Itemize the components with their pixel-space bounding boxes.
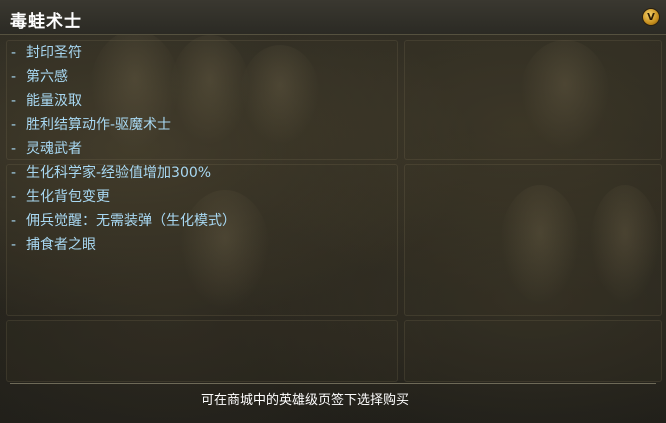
background-character	[520, 40, 610, 150]
bullet-dash: -	[11, 237, 17, 253]
bullet-dash: -	[11, 189, 17, 205]
bullet-dash: -	[11, 93, 17, 109]
feature-item: - 胜利结算动作-驱魔术士	[11, 113, 236, 137]
background-card	[404, 320, 662, 382]
feature-text: 生化科学家-经验值增加300%	[26, 165, 212, 181]
feature-list: - 封印圣符 - 第六感 - 能量汲取 - 胜利结算动作-驱魔术士 - 灵魂武者 - 生化科…	[11, 41, 236, 257]
feature-text: 生化背包变更	[26, 189, 110, 205]
purchase-hint: 可在商城中的英雄级页签下选择购买	[200, 393, 409, 408]
background-card	[6, 320, 398, 382]
feature-text: 佣兵觉醒：无需装弹（生化模式）	[26, 213, 236, 229]
feature-item: - 灵魂武者	[11, 137, 236, 161]
feature-text: 第六感	[26, 69, 68, 85]
title-bar: 毒蛙术士 V	[0, 0, 666, 35]
feature-text: 封印圣符	[26, 45, 82, 61]
bullet-dash: -	[11, 117, 17, 133]
bullet-dash: -	[11, 69, 17, 85]
feature-text: 能量汲取	[26, 93, 82, 109]
feature-text: 胜利结算动作-驱魔术士	[26, 117, 172, 133]
feature-item: - 封印圣符	[11, 41, 236, 65]
bullet-dash: -	[11, 213, 17, 229]
feature-item: - 生化科学家-经验值增加300%	[11, 161, 236, 185]
feature-item: - 捕食者之眼	[11, 233, 236, 257]
vip-badge-icon: V	[642, 8, 660, 26]
bullet-dash: -	[11, 165, 17, 181]
feature-text: 灵魂武者	[26, 141, 82, 157]
feature-text: 捕食者之眼	[26, 237, 96, 253]
feature-item: - 佣兵觉醒：无需装弹（生化模式）	[11, 209, 236, 233]
item-title: 毒蛙术士	[10, 12, 82, 32]
tooltip-panel: 毒蛙术士 V - 封印圣符 - 第六感 - 能量汲取 - 胜利结算动作-驱魔术士 - 灵魂…	[0, 0, 666, 423]
background-character	[500, 185, 580, 305]
background-character	[590, 185, 660, 305]
feature-item: - 第六感	[11, 65, 236, 89]
bullet-dash: -	[11, 141, 17, 157]
background-character	[240, 45, 320, 145]
bullet-dash: -	[11, 45, 17, 61]
feature-item: - 能量汲取	[11, 89, 236, 113]
footer-divider	[10, 383, 656, 384]
feature-item: - 生化背包变更	[11, 185, 236, 209]
